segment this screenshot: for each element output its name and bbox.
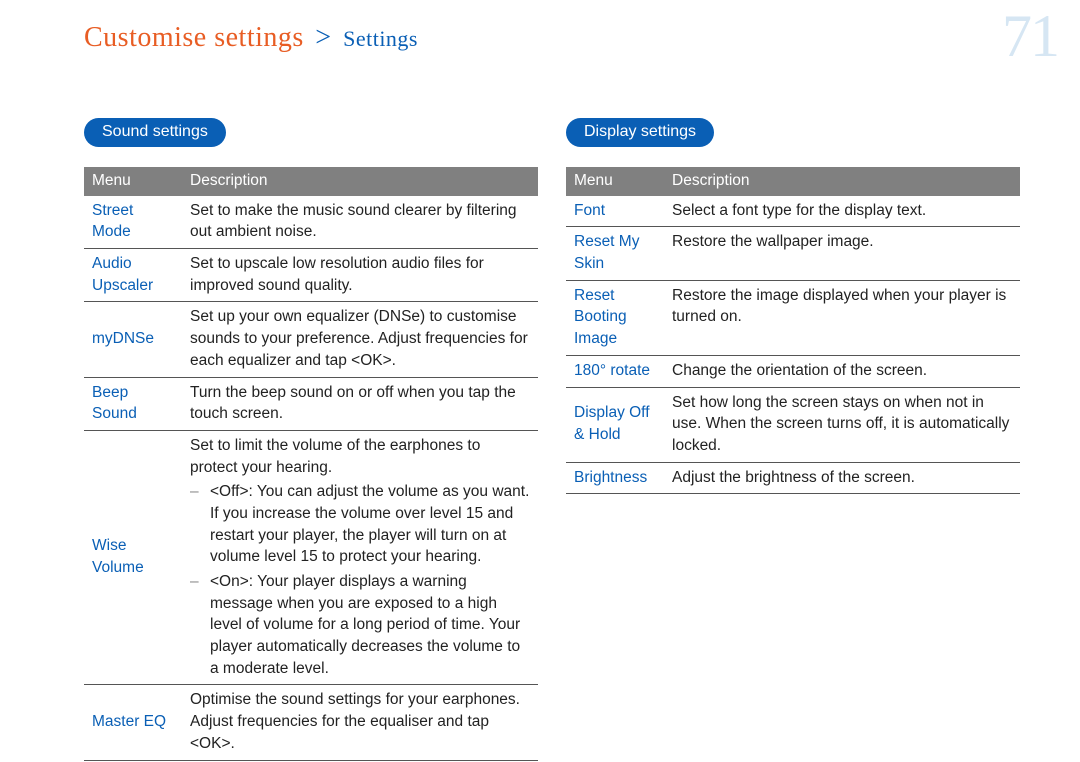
th-menu: Menu xyxy=(84,167,182,196)
bullet-item: – <On>: Your player displays a warning m… xyxy=(190,571,530,679)
sound-settings-table: Menu Description Street Mode Set to make… xyxy=(84,167,538,761)
menu-label: Reset Booting Image xyxy=(566,280,664,355)
menu-desc: Set up your own equalizer (DNSe) to cust… xyxy=(182,302,538,377)
menu-desc: Restore the image displayed when your pl… xyxy=(664,280,1020,355)
th-description: Description xyxy=(182,167,538,196)
menu-desc: Set how long the screen stays on when no… xyxy=(664,387,1020,462)
table-row: Display Off & Hold Set how long the scre… xyxy=(566,387,1020,462)
breadcrumb: Customise settings > Settings xyxy=(0,0,1080,54)
table-row: Audio Upscaler Set to upscale low resolu… xyxy=(84,249,538,302)
dash-icon: – xyxy=(190,571,210,679)
table-row: Street Mode Set to make the music sound … xyxy=(84,196,538,249)
table-row: Reset Booting Image Restore the image di… xyxy=(566,280,1020,355)
table-row: 180° rotate Change the orientation of th… xyxy=(566,355,1020,387)
menu-label: Font xyxy=(566,196,664,227)
menu-label: Audio Upscaler xyxy=(84,249,182,302)
table-row: Brightness Adjust the brightness of the … xyxy=(566,462,1020,494)
bullet-text: <On>: Your player displays a warning mes… xyxy=(210,571,530,679)
dash-icon: – xyxy=(190,481,210,568)
table-row: Font Select a font type for the display … xyxy=(566,196,1020,227)
th-menu: Menu xyxy=(566,167,664,196)
menu-desc: Optimise the sound settings for your ear… xyxy=(182,685,538,760)
breadcrumb-sep: > xyxy=(315,22,331,53)
th-description: Description xyxy=(664,167,1020,196)
breadcrumb-sub: Settings xyxy=(343,26,418,51)
menu-desc: Restore the wallpaper image. xyxy=(664,227,1020,280)
table-row: myDNSe Set up your own equalizer (DNSe) … xyxy=(84,302,538,377)
table-row: Wise Volume Set to limit the volume of t… xyxy=(84,430,538,685)
display-settings-heading: Display settings xyxy=(566,118,714,147)
menu-desc: Set to limit the volume of the earphones… xyxy=(182,430,538,685)
menu-desc: Turn the beep sound on or off when you t… xyxy=(182,377,538,430)
menu-label: Beep Sound xyxy=(84,377,182,430)
display-settings-table: Menu Description Font Select a font type… xyxy=(566,167,1020,494)
menu-label: Wise Volume xyxy=(84,430,182,685)
table-row: Beep Sound Turn the beep sound on or off… xyxy=(84,377,538,430)
sound-settings-column: Sound settings Menu Description Street M… xyxy=(84,118,538,761)
menu-label: Street Mode xyxy=(84,196,182,249)
menu-label: Brightness xyxy=(566,462,664,494)
bullet-text: <Off>: You can adjust the volume as you … xyxy=(210,481,530,568)
breadcrumb-main: Customise settings xyxy=(84,22,304,53)
menu-desc: Change the orientation of the screen. xyxy=(664,355,1020,387)
menu-desc: Set to upscale low resolution audio file… xyxy=(182,249,538,302)
menu-label: Reset My Skin xyxy=(566,227,664,280)
menu-desc: Set to make the music sound clearer by f… xyxy=(182,196,538,249)
sound-settings-heading: Sound settings xyxy=(84,118,226,147)
menu-label: Master EQ xyxy=(84,685,182,760)
bullet-item: – <Off>: You can adjust the volume as yo… xyxy=(190,481,530,568)
menu-desc: Adjust the brightness of the screen. xyxy=(664,462,1020,494)
menu-desc: Select a font type for the display text. xyxy=(664,196,1020,227)
content: Sound settings Menu Description Street M… xyxy=(0,54,1080,761)
desc-intro: Set to limit the volume of the earphones… xyxy=(190,437,480,476)
display-settings-column: Display settings Menu Description Font S… xyxy=(566,118,1020,761)
menu-label: 180° rotate xyxy=(566,355,664,387)
menu-label: Display Off & Hold xyxy=(566,387,664,462)
menu-label: myDNSe xyxy=(84,302,182,377)
page-number: 71 xyxy=(1002,2,1058,71)
table-row: Master EQ Optimise the sound settings fo… xyxy=(84,685,538,760)
table-row: Reset My Skin Restore the wallpaper imag… xyxy=(566,227,1020,280)
